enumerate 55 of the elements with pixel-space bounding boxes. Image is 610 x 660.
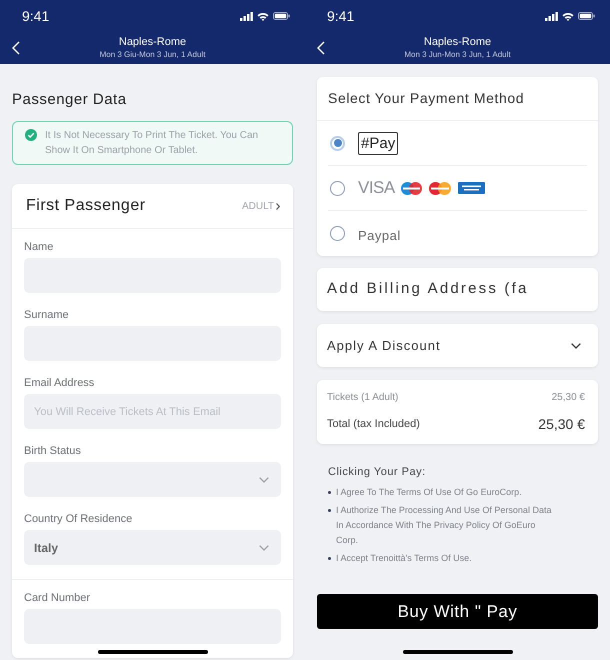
- section-title: Passenger Data: [12, 90, 128, 110]
- wifi-icon: [257, 12, 269, 20]
- signal-icon: [545, 12, 558, 20]
- status-time: 9:41: [22, 8, 50, 24]
- route-title: Naples-Rome: [118, 36, 186, 49]
- check-circle-icon: [25, 129, 37, 141]
- chevron-down-icon: [259, 476, 269, 482]
- card-title: Select Your Payment Method: [328, 89, 524, 108]
- radio-button[interactable]: [330, 226, 345, 241]
- signal-icon: [240, 12, 253, 20]
- radio-button[interactable]: [330, 136, 345, 150]
- summary-label: Tickets (1 Adult): [327, 390, 398, 404]
- battery-icon: [273, 12, 290, 20]
- trip-subtitle: Mon 3 Jun-Mon 3 Jun, 1 Adult: [404, 49, 511, 60]
- total-amount: 25,30 €: [538, 414, 585, 434]
- back-icon[interactable]: [317, 41, 325, 55]
- field-label: Country Of Residence: [24, 512, 134, 526]
- notice-text: It Is Not Necessary To Print The Ticket. You Can Show It On Smartphone Or Tablet.: [45, 129, 260, 158]
- field-label: Birth Status: [24, 444, 82, 458]
- bullet-icon: [328, 491, 331, 494]
- passenger-type: ADULT: [242, 200, 274, 214]
- payment-method-label: Paypal: [358, 226, 401, 245]
- bullet-icon: [328, 509, 331, 512]
- bullet-icon: [328, 557, 331, 560]
- radio-button[interactable]: [330, 180, 345, 196]
- summary-amount: 25,30 €: [552, 390, 585, 404]
- pay-label: #Pay: [358, 132, 398, 154]
- discount-row[interactable]: Apply A Discount: [317, 324, 598, 367]
- chevron-right-icon: [276, 202, 280, 210]
- field-label: Name: [24, 240, 54, 254]
- route-title: Naples-Rome: [424, 36, 492, 49]
- card-title: First Passenger: [26, 196, 146, 216]
- total-label: Total (tax Included): [327, 416, 420, 432]
- wifi-icon: [562, 12, 574, 20]
- terms-text: I Accept Trenoittà's Terms Of Use.: [336, 552, 472, 565]
- card-logo-icon: [458, 182, 485, 194]
- terms-text: I Agree To The Terms Of Use Of Go EuroCorp.: [336, 486, 522, 499]
- dropdown-field[interactable]: Italy: [24, 530, 281, 565]
- field-label: Email Address: [24, 376, 96, 390]
- chevron-down-icon: [259, 544, 269, 550]
- billing-address-row[interactable]: Add Billing Address (fa: [317, 268, 598, 311]
- battery-icon: [578, 12, 595, 20]
- chevron-down-icon: [571, 342, 581, 348]
- terms-title: Clicking Your Pay:: [328, 465, 427, 479]
- field-label: Card Number: [24, 591, 92, 605]
- trip-subtitle: Mon 3 Giu-Mon 3 Jun, 1 Adult: [100, 49, 206, 60]
- buy-button[interactable]: Buy With " Pay: [317, 594, 598, 629]
- card-logo-icon: [428, 182, 451, 194]
- back-icon[interactable]: [12, 41, 20, 55]
- field-label: Surname: [24, 308, 70, 322]
- status-time: 9:41: [327, 8, 354, 24]
- card-brand-label: VISA: [358, 178, 395, 198]
- terms-text: I Authorize The Processing And Use Of Personal Data In Accordance With The Privacy Policy Of GoEuro Corp.: [336, 504, 552, 547]
- dropdown-field[interactable]: [24, 462, 281, 497]
- card-logo-icon: [400, 182, 422, 194]
